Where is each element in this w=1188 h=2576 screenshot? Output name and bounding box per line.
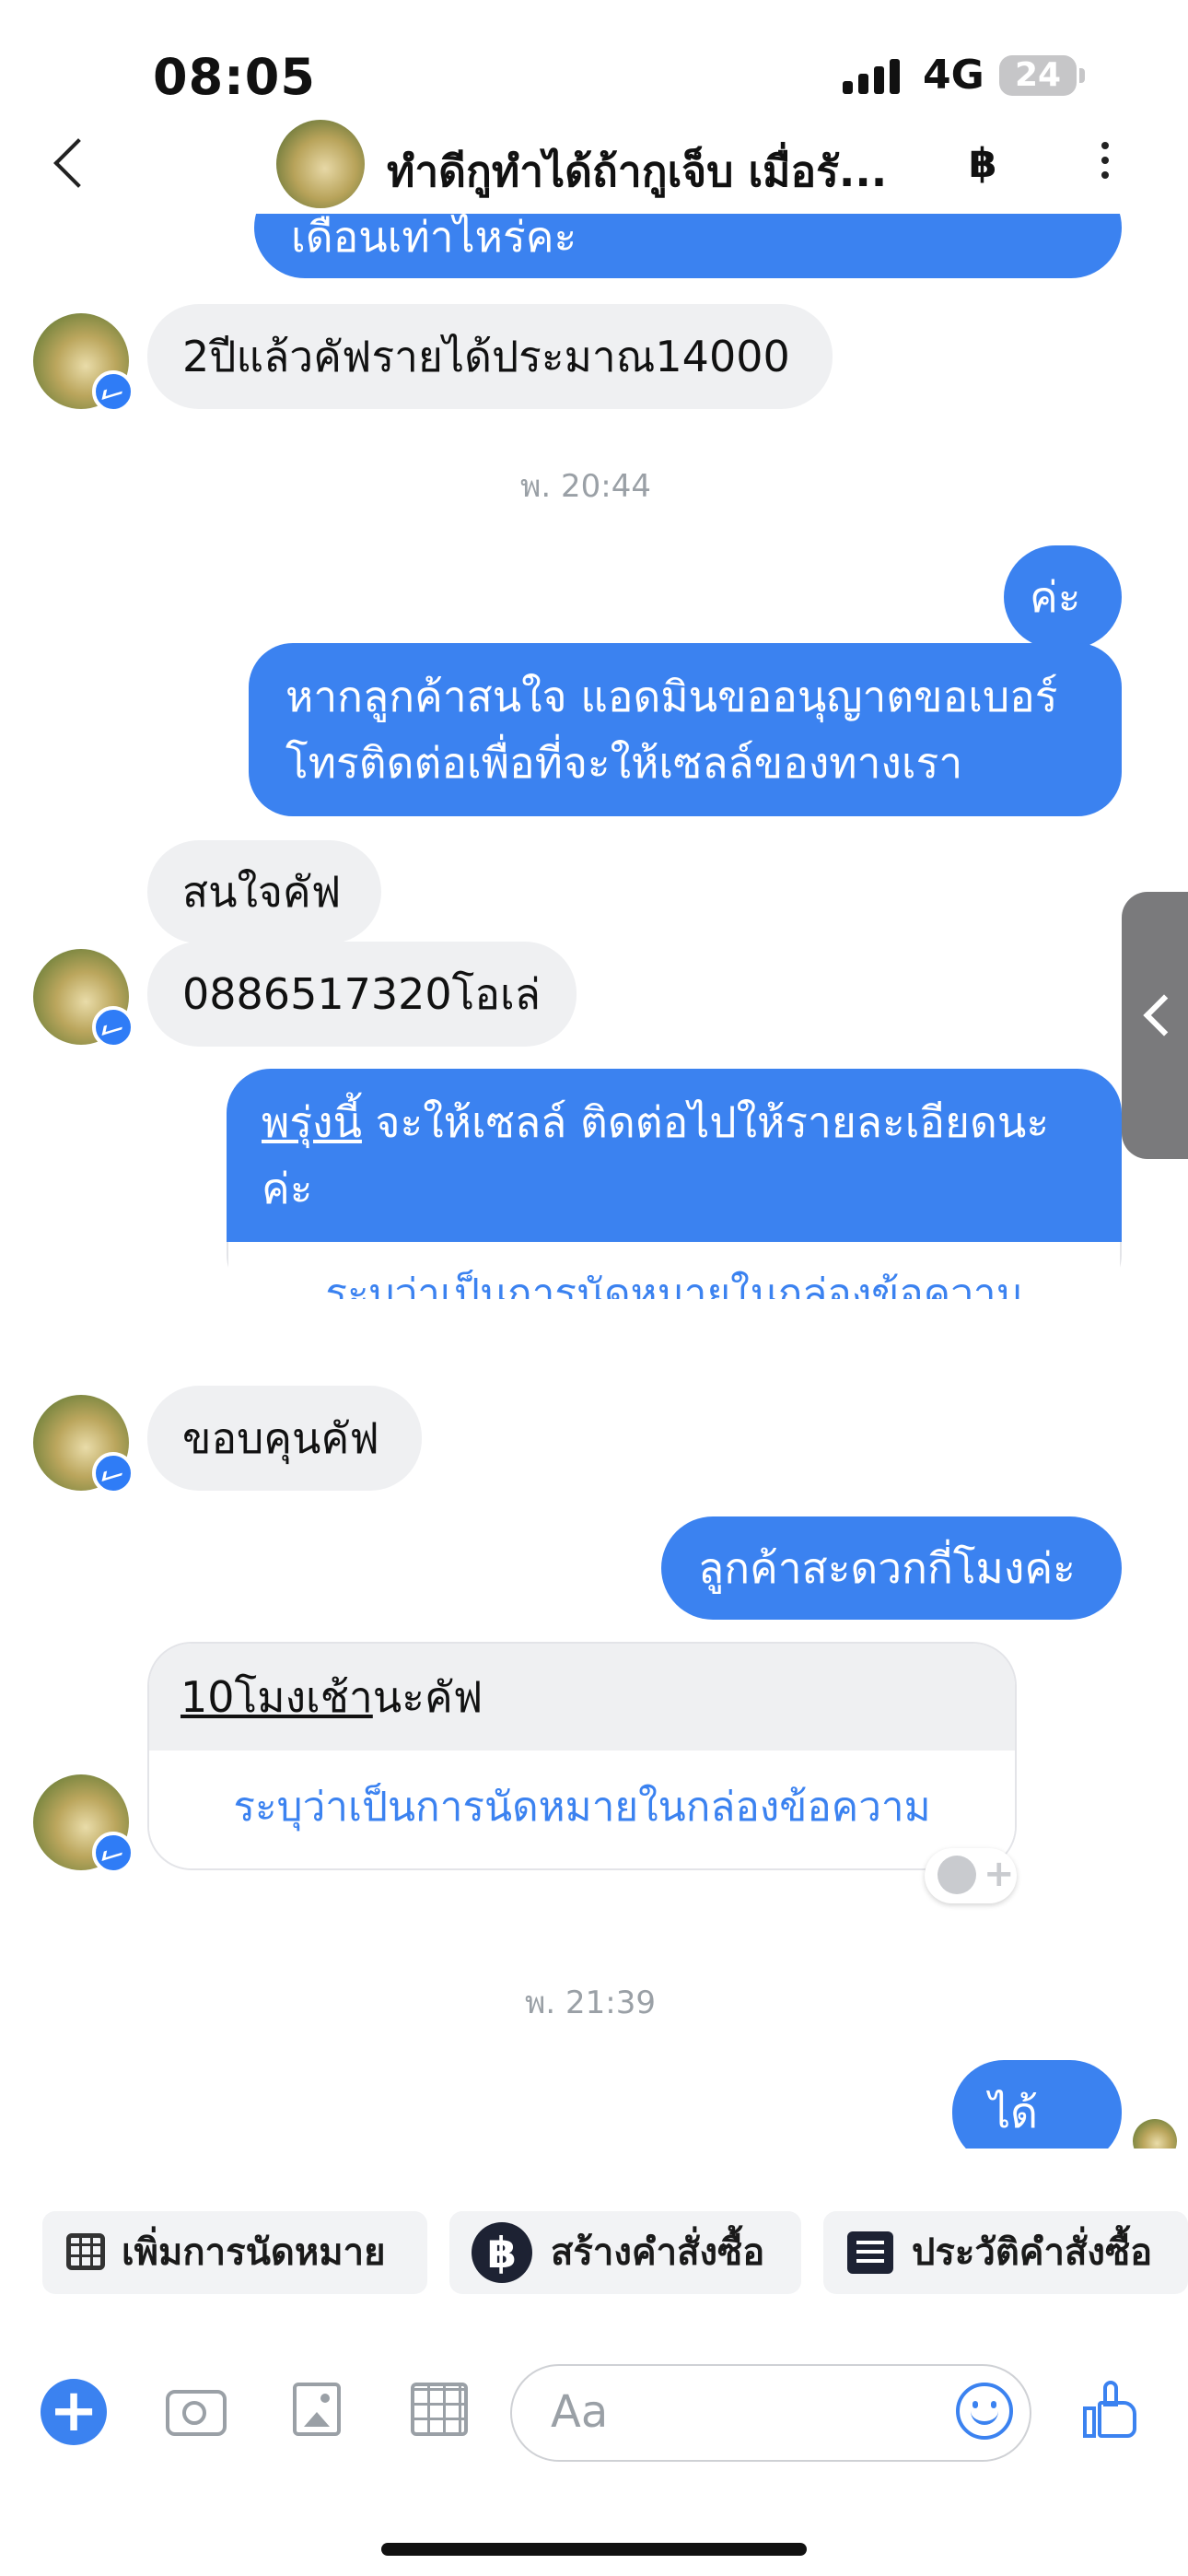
- camera-icon[interactable]: [166, 2390, 227, 2436]
- message-line: โทรติดต่อเพื่อที่จะให้เซลล์ของทางเรา: [285, 738, 963, 788]
- home-indicator: [381, 2543, 807, 2556]
- message-bubble-in[interactable]: ขอบคุนคัฟ: [147, 1386, 422, 1491]
- message-bubble-out[interactable]: เดือนเท่าไหร่คะ: [254, 214, 1122, 278]
- message-line: ค่ะ: [262, 1164, 313, 1213]
- message-line: หากลูกค้าสนใจ แอดมินขออนุญาตขอเบอร์: [285, 672, 1058, 721]
- date-link[interactable]: พรุ่งนี้: [262, 1097, 362, 1147]
- appointment-card-in[interactable]: 10โมงเช้านะคัฟ ระบุว่าเป็นการนัดหมายในกล…: [147, 1642, 1017, 1870]
- order-history-chip[interactable]: ประวัติคำสั่งซื้อ: [823, 2211, 1188, 2294]
- messenger-badge-icon: [92, 1006, 134, 1048]
- chip-label: เพิ่มการนัดหมาย: [122, 2231, 386, 2274]
- header-avatar[interactable]: [276, 120, 365, 208]
- table-icon[interactable]: [411, 2383, 468, 2436]
- message-bubble-out[interactable]: ลูกค้าสะดวกกี่โมงค่ะ: [661, 1516, 1122, 1620]
- back-chevron-icon[interactable]: [53, 138, 103, 188]
- baht-icon[interactable]: ฿: [969, 140, 997, 187]
- card-message: 10โมงเช้านะคัฟ: [149, 1644, 1015, 1751]
- message-bubble-out[interactable]: ได้ค่ะ: [952, 2060, 1122, 2149]
- mark-appointment-button[interactable]: ระบุว่าเป็นการนัดหมายในกล่องข้อความ: [227, 1242, 1122, 1299]
- timestamp: พ. 20:44: [520, 468, 652, 505]
- time-link[interactable]: 10โมงเช้า: [181, 1672, 373, 1722]
- battery-nub: [1079, 68, 1085, 83]
- messenger-badge-icon: [92, 370, 134, 413]
- chip-label: สร้างคำสั่งซื้อ: [551, 2231, 765, 2274]
- list-icon: [847, 2231, 893, 2274]
- gallery-icon[interactable]: [293, 2383, 341, 2436]
- battery-icon: 24: [999, 55, 1077, 96]
- read-receipt-avatar: [1133, 2119, 1177, 2149]
- message-line: พรุ่งนี้ จะให้เซลล์ ติดต่อไปให้รายละเอีย…: [262, 1089, 1087, 1155]
- side-panel-tab[interactable]: [1122, 892, 1188, 1159]
- messenger-badge-icon: [92, 1832, 134, 1874]
- network-type: 4G: [923, 52, 984, 99]
- timestamp: พ. 21:39: [525, 1985, 657, 2021]
- more-vertical-icon[interactable]: [1101, 142, 1109, 186]
- appointment-card-out[interactable]: พรุ่งนี้ จะให้เซลล์ ติดต่อไปให้รายละเอีย…: [227, 1069, 1122, 1299]
- thumbs-up-icon[interactable]: [1083, 2381, 1140, 2438]
- message-bubble-out[interactable]: ค่ะ: [1004, 545, 1122, 649]
- message-text: นะคัฟ: [372, 1672, 483, 1722]
- create-order-chip[interactable]: ฿ สร้างคำสั่งซื้อ: [449, 2211, 801, 2294]
- baht-icon: ฿: [472, 2222, 532, 2283]
- chevron-left-icon: [1143, 994, 1185, 1036]
- message-input-placeholder: Aa: [551, 2386, 609, 2438]
- message-bubble-in[interactable]: สนใจคัฟ: [147, 840, 381, 943]
- message-bubble-out[interactable]: หากลูกค้าสนใจ แอดมินขออนุญาตขอเบอร์ โทรต…: [249, 643, 1122, 816]
- conversation-title[interactable]: ทำดีกูทำได้ถ้ากูเจ็บ เมื่อรั...: [387, 138, 903, 205]
- messenger-badge-icon: [92, 1452, 134, 1494]
- plus-icon[interactable]: +: [41, 2379, 107, 2445]
- add-reaction-icon[interactable]: +: [925, 1848, 1017, 1903]
- message-text: จะให้เซลล์ ติดต่อไปให้รายละเอียดนะ: [361, 1097, 1050, 1147]
- card-message: พรุ่งนี้ จะให้เซลล์ ติดต่อไปให้รายละเอีย…: [227, 1069, 1122, 1242]
- add-appointment-chip[interactable]: เพิ่มการนัดหมาย: [42, 2211, 427, 2294]
- cellular-signal-icon: [843, 59, 905, 94]
- mark-appointment-button[interactable]: ระบุว่าเป็นการนัดหมายในกล่องข้อความ: [149, 1751, 1015, 1868]
- message-bubble-in[interactable]: 0886517320โอเล่: [147, 942, 577, 1047]
- chat-area[interactable]: เดือนเท่าไหร่คะ 2ปีแล้วคัฟรายได้ประมาณ14…: [0, 214, 1188, 2149]
- message-bubble-in[interactable]: 2ปีแล้วคัฟรายได้ประมาณ14000: [147, 304, 833, 409]
- chip-label: ประวัติคำสั่งซื้อ: [912, 2231, 1153, 2274]
- emoji-icon[interactable]: [956, 2383, 1013, 2440]
- status-time: 08:05: [153, 48, 316, 106]
- calendar-icon: [66, 2233, 105, 2270]
